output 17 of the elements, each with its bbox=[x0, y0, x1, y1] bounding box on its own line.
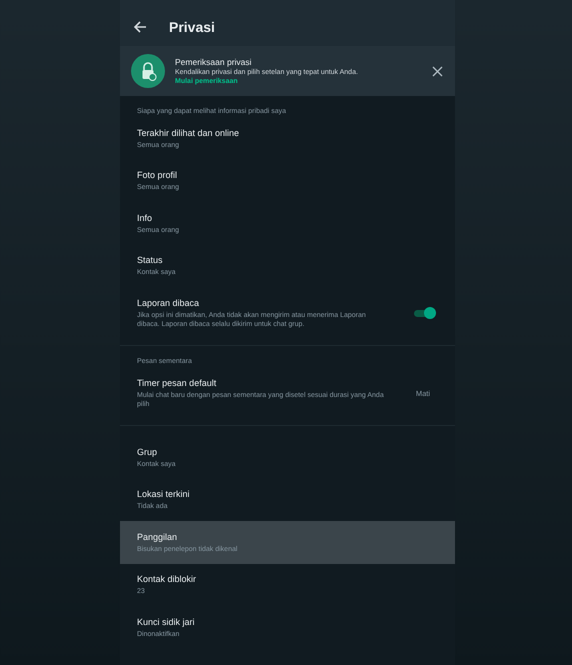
item-title: Kontak diblokir bbox=[137, 573, 198, 585]
item-title: Terakhir dilihat dan online bbox=[137, 126, 240, 138]
item-title: Panggilan bbox=[137, 530, 178, 542]
item-title: Laporan dibaca bbox=[137, 296, 200, 308]
item-title: Info bbox=[137, 212, 154, 224]
screen-title: Privasi bbox=[169, 19, 215, 35]
back-arrow-icon[interactable] bbox=[133, 20, 147, 34]
lock-check-icon bbox=[131, 54, 165, 88]
banner-title: Pemeriksaan privasi bbox=[175, 57, 253, 67]
item-title: Lokasi terkini bbox=[137, 488, 191, 500]
item-title: Status bbox=[137, 254, 164, 266]
item-title: Timer pesan default bbox=[137, 376, 218, 388]
item-title: Grup bbox=[137, 446, 158, 458]
toggle-switch[interactable] bbox=[414, 307, 436, 319]
close-icon[interactable] bbox=[432, 66, 443, 76]
item-title: Foto profil bbox=[137, 169, 178, 181]
item-title: Kunci sidik jari bbox=[137, 616, 196, 628]
